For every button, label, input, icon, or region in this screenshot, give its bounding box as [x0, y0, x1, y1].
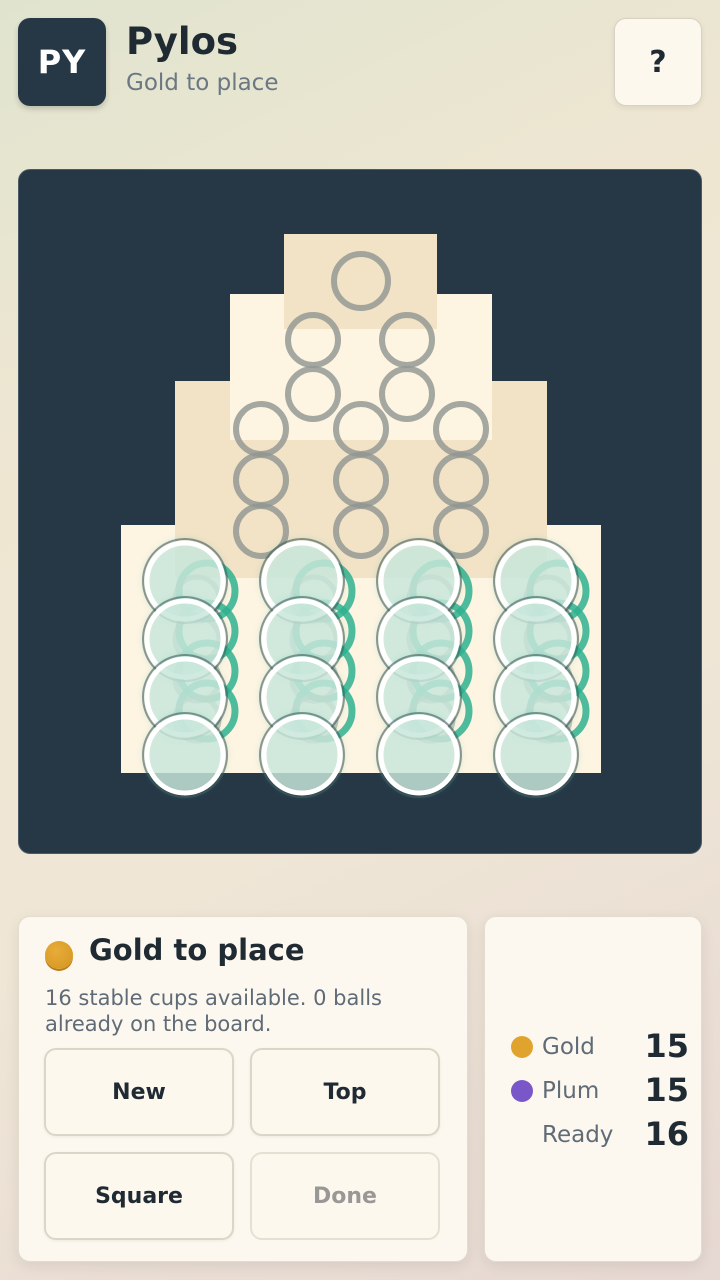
score-row-ready: Ready 16 [509, 1115, 689, 1153]
turn-title: Gold to place [89, 933, 305, 967]
stable-cup-14[interactable] [259, 712, 345, 798]
square-button[interactable]: Square [44, 1152, 234, 1240]
ready-label: Ready [542, 1122, 614, 1148]
app-title: Pylos [126, 20, 239, 63]
top-button[interactable]: Top [250, 1048, 440, 1136]
gold-dot-icon [511, 1036, 533, 1058]
done-button[interactable]: Done [250, 1152, 440, 1240]
ready-count: 16 [644, 1115, 689, 1153]
status-panel: Gold to place 16 stable cups available. … [18, 916, 468, 1262]
plum-dot-icon [511, 1080, 533, 1102]
app-logo: PY [18, 18, 106, 106]
gold-count: 15 [644, 1027, 689, 1065]
pyramid-board[interactable] [19, 170, 702, 854]
stable-cup-16[interactable] [493, 712, 579, 798]
plum-label: Plum [542, 1078, 600, 1104]
turn-message: 16 stable cups available. 0 balls alread… [45, 986, 382, 1036]
score-row-gold: Gold 15 [509, 1027, 689, 1065]
plum-count: 15 [644, 1071, 689, 1109]
new-game-button[interactable]: New [44, 1048, 234, 1136]
cup-ring [144, 714, 226, 796]
score-panel: Gold 15 Plum 15 Ready 16 [484, 916, 702, 1262]
turn-subtitle: Gold to place [126, 70, 279, 96]
stable-cup-13[interactable] [142, 712, 228, 798]
cup-ring [495, 714, 577, 796]
help-button[interactable]: ? [614, 18, 702, 106]
game-board[interactable] [18, 169, 702, 854]
cup-ring [261, 714, 343, 796]
cup-ring [378, 714, 460, 796]
gold-label: Gold [542, 1034, 595, 1060]
gold-ball-icon [45, 941, 73, 969]
stable-cup-15[interactable] [376, 712, 462, 798]
score-row-plum: Plum 15 [509, 1071, 689, 1109]
